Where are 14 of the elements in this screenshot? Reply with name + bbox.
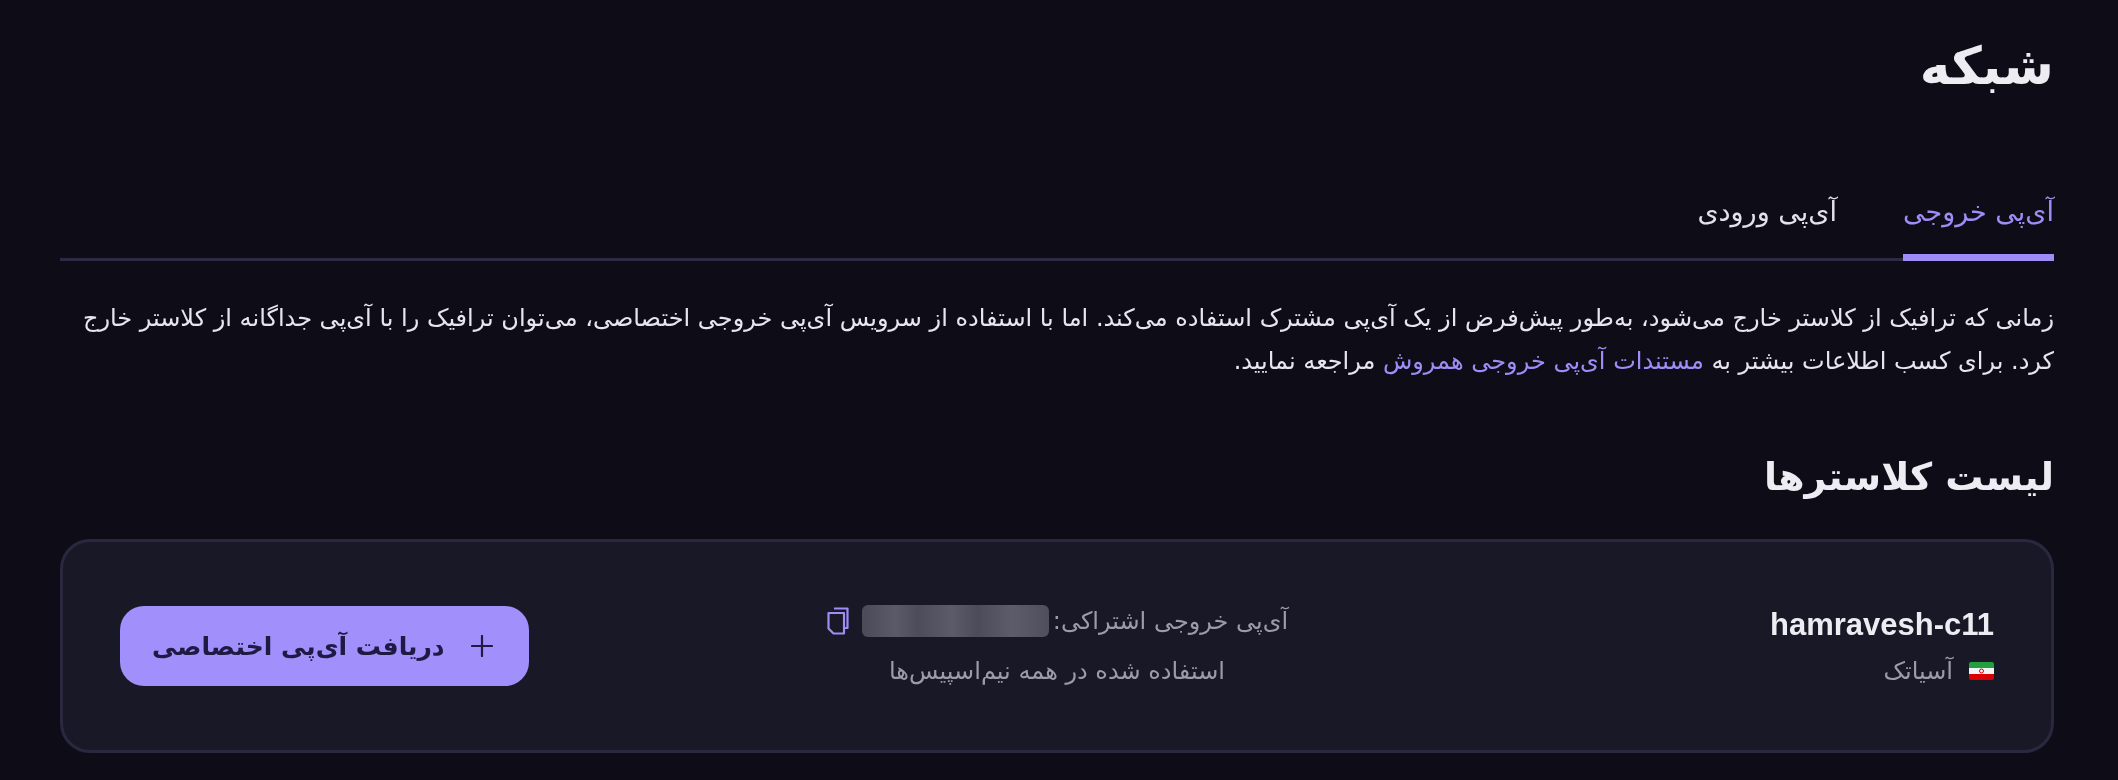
tab[interactable]: آی‌پی ورودی	[1697, 192, 1837, 261]
plus-icon	[470, 635, 493, 657]
section-heading: لیست کلاسترها	[1764, 454, 2054, 501]
page-title: شبکه	[1919, 35, 2054, 98]
get-dedicated-ip-button[interactable]: دریافت آی‌پی اختصاصی	[120, 606, 529, 686]
shared-ip-note: استفاده شده در همه نیم‌اسپیس‌ها	[889, 656, 1225, 687]
shared-ip-label: آی‌پی خروجی اشتراکی:	[1052, 605, 1289, 637]
flag-icon	[1969, 662, 1994, 680]
cluster-name: hamravesh-c11	[1769, 606, 1994, 644]
copy-icon[interactable]	[825, 607, 850, 635]
tab[interactable]: آی‌پی خروجی	[1902, 192, 2054, 261]
docs-link[interactable]: مستندات آی‌پی خروجی همروش	[1382, 347, 1704, 375]
provider-name: آسیاتک	[1883, 655, 1953, 687]
description-text: زمانی که ترافیک از کلاستر خارج می‌شود، به‌طور پیش‌فرض از یک آی‌پی مشترک استفاده می‌کند. اما با استفاده از سرویس آی‌پی خروجی اختصاصی، می‌توان ترافیک را با آی‌پی جداگانه از کلاستر خارج کرد. برای کسب اطلاعات بیشتر به مستندات آی‌پی خروجی همروش مراجعه نمایید.	[81, 302, 2054, 377]
